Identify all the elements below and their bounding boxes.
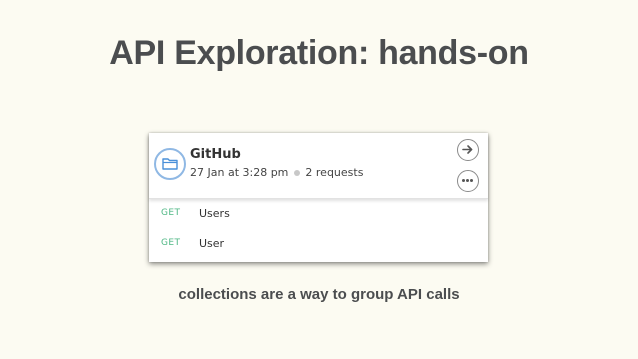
arrow-right-icon (462, 145, 473, 154)
request-name: Users (199, 207, 230, 220)
more-options-button[interactable] (457, 170, 479, 192)
more-options-icon (462, 179, 473, 182)
collection-header[interactable]: GitHub 27 Jan at 3:28 pm 2 requests (149, 133, 488, 199)
collection-name[interactable]: GitHub (190, 147, 241, 162)
folder-icon (154, 148, 186, 180)
request-method: GET (161, 238, 181, 248)
request-name: User (199, 237, 225, 250)
request-count: 2 requests (305, 166, 364, 179)
slide-caption: collections are a way to group API calls (178, 286, 460, 303)
slide-title: API Exploration: hands-on (109, 34, 529, 72)
open-collection-button[interactable] (457, 139, 479, 161)
separator-dot-icon (294, 169, 301, 176)
request-item[interactable]: GET Users (149, 202, 488, 228)
collection-card: GitHub 27 Jan at 3:28 pm 2 requests GET U… (149, 133, 488, 262)
collection-meta: 27 Jan at 3:28 pm 2 requests (190, 166, 363, 179)
collection-date: 27 Jan at 3:28 pm (190, 166, 289, 179)
request-item[interactable]: GET User (149, 232, 488, 258)
request-method: GET (161, 208, 181, 218)
